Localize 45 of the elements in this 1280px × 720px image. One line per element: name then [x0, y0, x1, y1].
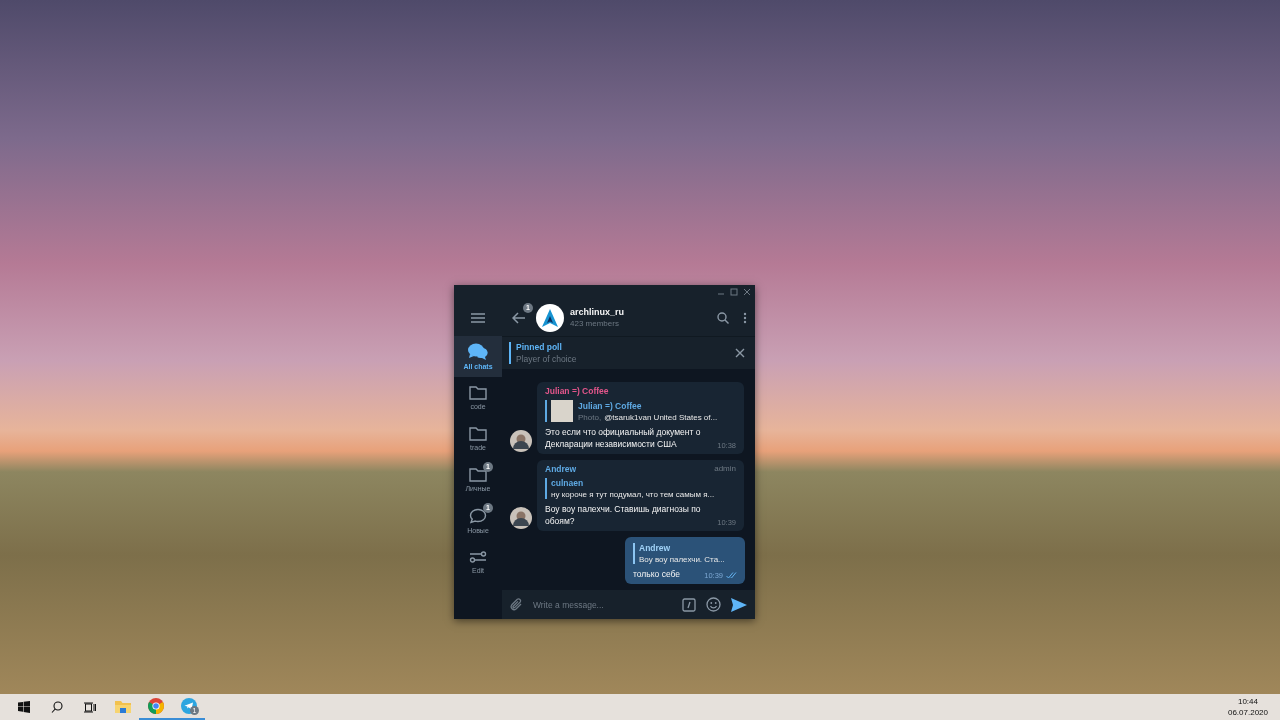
pinned-text: Player of choice — [516, 354, 578, 364]
reply-text: Воу воу палехчи. Ста... — [639, 555, 725, 564]
browser-icon — [147, 698, 164, 714]
reply-quote[interactable]: Julian =) Coffee Photo, @tsaruk1van United States of... — [545, 400, 736, 422]
photo-thumbnail — [551, 400, 573, 422]
clock-date: 06.07.2020 — [1227, 708, 1268, 717]
paperclip-icon[interactable] — [510, 597, 523, 612]
emoji-icon[interactable] — [706, 597, 721, 612]
reply-author: culnaen — [551, 478, 585, 488]
folder-icon — [469, 385, 487, 400]
more-icon[interactable] — [743, 311, 747, 324]
reply-quote[interactable]: culnaen ну короче я тут подумал, что тем самым я... — [545, 478, 736, 499]
message-text: Это если что официальный документ о Декларации независимости США — [545, 426, 702, 450]
pinned-title: Pinned poll — [516, 342, 563, 352]
chat-title: archlinux_ru — [570, 307, 626, 317]
sender-name: Julian =) Coffee — [545, 386, 609, 396]
pinned-message-bar[interactable]: Pinned poll Player of choice — [502, 336, 755, 369]
role-label: admin — [714, 464, 736, 474]
close-icon[interactable] — [743, 288, 751, 296]
sender-name: Andrew — [545, 464, 577, 474]
reply-author: Andrew — [639, 543, 672, 553]
clock-time: 10:44 — [1237, 697, 1258, 706]
member-count: 423 members — [570, 319, 620, 328]
reply-author: Julian =) Coffee — [578, 400, 643, 411]
group-avatar — [536, 303, 564, 332]
user-avatar — [510, 507, 532, 529]
chat-bubble-icon — [469, 507, 487, 524]
chat-bubbles-icon — [468, 343, 488, 360]
close-icon[interactable] — [735, 348, 745, 358]
folder-icon — [469, 426, 487, 441]
reply-text: @tsaruk1van United States of... — [604, 412, 718, 422]
slash-command-icon[interactable] — [682, 597, 696, 612]
message-text: только себе — [633, 568, 681, 580]
reply-text: ну короче я тут подумал, что тем самым я... — [551, 490, 715, 499]
folder-icon — [114, 699, 131, 713]
back-icon[interactable] — [512, 311, 526, 324]
media-label: Photo, — [578, 412, 602, 422]
user-avatar — [510, 430, 532, 452]
maximize-icon[interactable] — [730, 288, 738, 296]
message-text: Воу воу палехчи. Ставишь диагнозы по обоям? — [545, 503, 702, 527]
send-icon[interactable] — [731, 597, 747, 612]
sliders-icon — [469, 549, 487, 564]
search-icon[interactable] — [717, 311, 729, 324]
reply-quote[interactable]: Andrew Воу воу палехчи. Ста... — [633, 543, 737, 564]
folder-icon — [469, 467, 487, 482]
